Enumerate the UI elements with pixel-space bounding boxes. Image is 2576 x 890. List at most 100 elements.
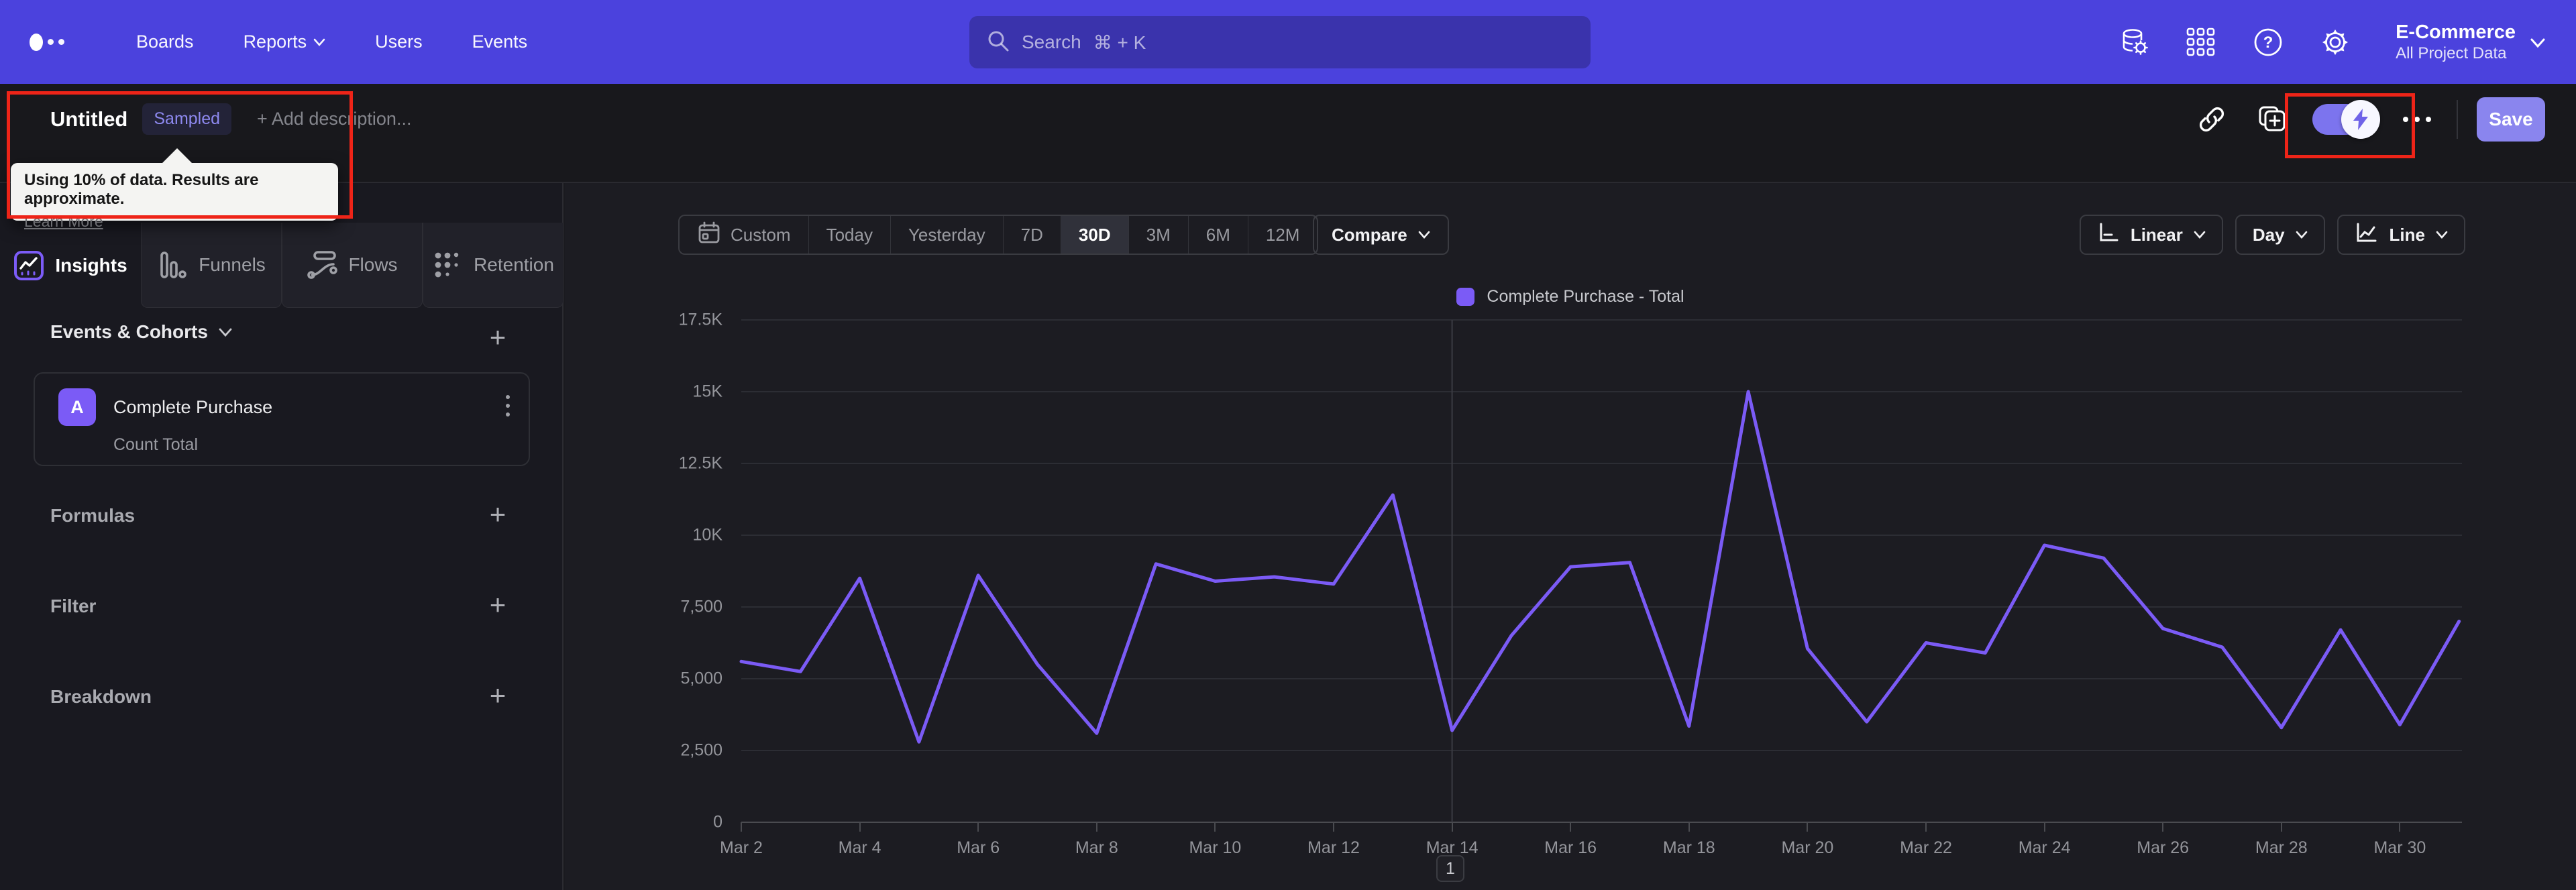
event-name[interactable]: Complete Purchase	[113, 397, 272, 418]
legend-swatch	[1456, 288, 1475, 306]
nav-item-label: Events	[472, 32, 528, 52]
range-custom[interactable]: Custom	[680, 216, 809, 254]
add-formula-button[interactable]: +	[484, 500, 511, 529]
x-axis-tick-label: Mar 30	[2373, 838, 2426, 857]
settings-gear-icon[interactable]	[2319, 26, 2351, 58]
granularity-selector[interactable]: Day	[2235, 215, 2325, 255]
tab-label: Insights	[55, 254, 127, 276]
sampled-badge[interactable]: Sampled	[142, 103, 232, 135]
x-axis-tick	[1333, 822, 1334, 832]
event-card[interactable]: A Complete Purchase Count Total	[34, 372, 530, 466]
project-name: E-Commerce	[2396, 21, 2516, 43]
granularity-label: Day	[2252, 224, 2285, 245]
chevron-down-icon	[2436, 231, 2448, 239]
compare-button[interactable]: Compare	[1313, 215, 1449, 255]
report-title-bar: Untitled Sampled + Add description... Sa…	[0, 84, 2576, 183]
pagination-page-1[interactable]: 1	[1436, 855, 1464, 882]
nav-item-reports[interactable]: Reports	[219, 32, 351, 52]
add-description-field[interactable]: + Add description...	[257, 109, 411, 129]
search-input[interactable]: Search ⌘ + K	[969, 16, 1591, 68]
project-scope: All Project Data	[2396, 44, 2507, 62]
x-axis-tick-label: Mar 28	[2255, 838, 2308, 857]
nav-item-users[interactable]: Users	[350, 32, 447, 52]
x-axis-tick-label: Mar 4	[838, 838, 881, 857]
tab-label: Retention	[474, 254, 554, 275]
legend-label: Complete Purchase - Total	[1487, 287, 1684, 306]
event-metric[interactable]: Count Total	[113, 435, 198, 455]
events-cohorts-label: Events & Cohorts	[50, 321, 208, 342]
chart-type-label: Line	[2389, 224, 2425, 245]
data-management-icon[interactable]	[2118, 26, 2150, 58]
x-axis-tick-label: Mar 12	[1307, 838, 1360, 857]
search-shortcut: ⌘ + K	[1093, 32, 1146, 53]
funnels-bars-icon	[157, 249, 188, 280]
chevron-down-icon	[219, 328, 232, 337]
more-options-button[interactable]	[2403, 116, 2431, 122]
help-icon[interactable]: ?	[2252, 26, 2284, 58]
chart-controls: Custom Today Yesterday 7D 30D 3M 6M 12M …	[565, 215, 2576, 256]
x-axis-tick	[859, 822, 861, 832]
mixpanel-logo-icon[interactable]	[30, 33, 64, 51]
nav-item-label: Boards	[136, 32, 194, 52]
event-options-button[interactable]	[506, 395, 510, 416]
scale-selector[interactable]: Linear	[2079, 215, 2223, 255]
section-filter[interactable]: Filter	[50, 596, 96, 617]
x-axis-tick-label: Mar 10	[1189, 838, 1242, 857]
tab-retention[interactable]: Retention	[423, 223, 564, 308]
events-cohorts-heading[interactable]: Events & Cohorts	[50, 321, 232, 343]
tab-insights[interactable]: Insights	[0, 223, 141, 308]
nav-item-events[interactable]: Events	[447, 32, 553, 52]
section-breakdown[interactable]: Breakdown	[50, 686, 152, 708]
tab-funnels[interactable]: Funnels	[141, 223, 282, 308]
y-axis-tick-label: 2,500	[680, 740, 722, 760]
range-3m[interactable]: 3M	[1129, 216, 1189, 254]
range-today[interactable]: Today	[809, 216, 891, 254]
apps-grid-icon[interactable]	[2185, 26, 2217, 58]
x-axis-tick-label: Mar 22	[1900, 838, 1952, 857]
tooltip-arrow	[161, 148, 193, 164]
y-axis-tick-label: 0	[713, 812, 722, 832]
x-axis-tick	[2399, 822, 2401, 832]
add-filter-button[interactable]: +	[484, 591, 511, 619]
tab-flows[interactable]: Flows	[282, 223, 423, 308]
nav-item-boards[interactable]: Boards	[111, 32, 219, 52]
add-event-button[interactable]: +	[484, 323, 511, 351]
range-7d[interactable]: 7D	[1004, 216, 1061, 254]
x-axis-tick	[1451, 822, 1453, 832]
nav-item-label: Reports	[243, 32, 307, 52]
range-6m[interactable]: 6M	[1189, 216, 1248, 254]
learn-more-link[interactable]: Learn More	[24, 213, 103, 231]
line-chart-icon	[2355, 221, 2379, 249]
x-axis-tick	[1095, 822, 1097, 832]
sampling-tooltip: Using 10% of data. Results are approxima…	[11, 148, 338, 230]
range-12m[interactable]: 12M	[1248, 216, 1318, 254]
line-chart[interactable]	[739, 319, 2462, 823]
range-label: Custom	[731, 224, 791, 245]
add-breakdown-button[interactable]: +	[484, 681, 511, 710]
y-axis-tick-label: 7,500	[680, 597, 722, 616]
range-yesterday[interactable]: Yesterday	[891, 216, 1004, 254]
x-axis-tick	[2162, 822, 2164, 832]
chart-pane: Custom Today Yesterday 7D 30D 3M 6M 12M …	[565, 183, 2576, 890]
chevron-down-icon	[2530, 38, 2545, 48]
linear-axis-icon	[2097, 221, 2120, 249]
copy-link-icon[interactable]	[2194, 102, 2229, 137]
add-to-board-icon[interactable]	[2255, 102, 2290, 137]
sampling-toggle[interactable]	[2312, 99, 2380, 139]
y-axis-tick-label: 12.5K	[678, 453, 722, 473]
insights-chart-icon	[13, 250, 44, 281]
svg-text:?: ?	[2263, 34, 2273, 52]
section-formulas[interactable]: Formulas	[50, 505, 135, 526]
nav-item-label: Users	[375, 32, 423, 52]
project-switcher[interactable]: E-Commerce All Project Data	[2396, 21, 2545, 64]
tab-label: Funnels	[199, 254, 266, 275]
x-axis-tick	[2043, 822, 2045, 832]
save-button[interactable]: Save	[2477, 97, 2545, 142]
chart-legend[interactable]: Complete Purchase - Total	[565, 287, 2576, 307]
x-axis-tick	[1570, 822, 1572, 832]
range-30d[interactable]: 30D	[1061, 216, 1129, 254]
chart-type-selector[interactable]: Line	[2337, 215, 2465, 255]
report-title[interactable]: Untitled	[50, 107, 127, 131]
x-axis-tick	[2280, 822, 2282, 832]
x-axis-tick-label: Mar 2	[720, 838, 763, 857]
